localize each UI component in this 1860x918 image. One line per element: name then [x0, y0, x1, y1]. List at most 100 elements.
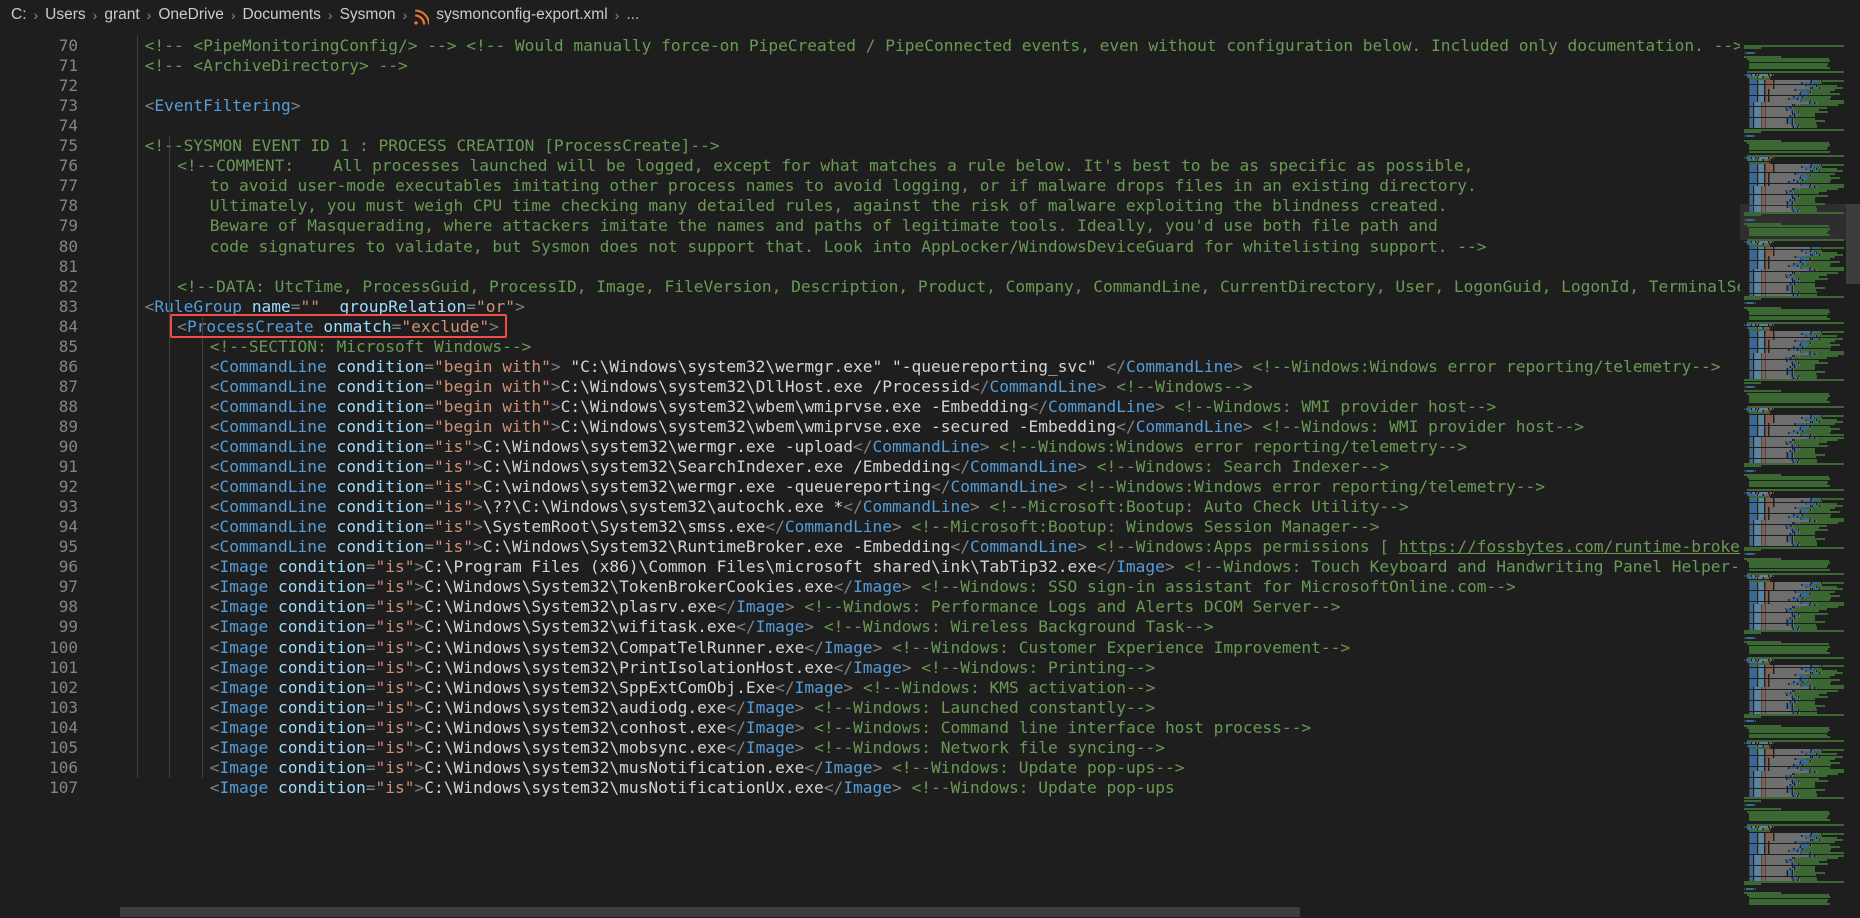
code-line[interactable]: <Image condition="is">C:\Windows\System3… — [210, 597, 1341, 617]
code-token-p: = — [466, 297, 476, 316]
code-token-c: Beware of Masquerading, where attackers … — [210, 216, 1438, 235]
code-line[interactable]: <Image condition="is">C:\Windows\system3… — [210, 718, 1311, 738]
indent-guide — [202, 317, 203, 778]
code-token-p: < — [210, 738, 220, 757]
code-editor[interactable]: 7071727374757677787980818283848586878889… — [0, 29, 1860, 918]
code-line[interactable]: <CommandLine condition="is">C:\Windows\s… — [210, 437, 1467, 457]
code-line[interactable]: <CommandLine condition="is">C:\windows\s… — [210, 477, 1545, 497]
code-line[interactable]: <CommandLine condition="is">\SystemRoot\… — [210, 517, 1380, 537]
code-line[interactable]: <CommandLine condition="is">\??\C:\Windo… — [210, 497, 1409, 517]
line-number: 90 — [0, 437, 78, 457]
code-line[interactable]: <Image condition="is">C:\Windows\system3… — [210, 778, 1175, 798]
minimap-segment — [1744, 716, 1761, 718]
line-number: 92 — [0, 477, 78, 497]
code-token-x — [814, 617, 824, 636]
minimap-segment — [1822, 164, 1844, 166]
code-token-t: RuleGroup — [154, 297, 242, 316]
code-token-s: "begin with" — [434, 377, 551, 396]
code-token-x — [804, 698, 814, 717]
code-line[interactable]: <RuleGroup name="" groupRelation="or"> — [145, 297, 525, 317]
code-token-p: < — [210, 397, 220, 416]
code-token-p: > — [414, 738, 424, 757]
line-number: 83 — [0, 297, 78, 317]
code-token-a: condition — [337, 377, 425, 396]
code-token-p: </ — [804, 758, 824, 777]
breadcrumb[interactable]: C:›Users›grant›OneDrive›Documents›Sysmon… — [0, 0, 1860, 29]
code-token-x: C:\Program Files (x86)\Common Files\micr… — [424, 557, 1096, 576]
code-token-lnk[interactable]: https://fossbytes.com/runtime-broke — [1399, 537, 1740, 556]
horizontal-scrollbar[interactable] — [0, 906, 1846, 918]
breadcrumb-item-documents[interactable]: Documents — [241, 6, 321, 24]
minimap-segment — [1749, 736, 1830, 738]
breadcrumb-item-users[interactable]: Users — [44, 6, 86, 24]
code-line[interactable]: <CommandLine condition="begin with"> "C:… — [210, 357, 1721, 377]
code-token-a: groupRelation — [340, 297, 467, 316]
minimap-segment — [1746, 302, 1755, 304]
minimap[interactable] — [1740, 29, 1846, 918]
code-line[interactable]: <!--SYSMON EVENT ID 1 : PROCESS CREATION… — [145, 136, 720, 156]
breadcrumb-separator: › — [87, 7, 104, 23]
code-line[interactable]: <CommandLine condition="begin with">C:\W… — [210, 397, 1496, 417]
minimap-segment — [1822, 331, 1844, 333]
code-line[interactable]: <CommandLine condition="begin with">C:\W… — [210, 377, 1253, 397]
minimap-segment — [1773, 324, 1774, 326]
code-line[interactable]: <ProcessCreate onmatch="exclude"> — [177, 317, 499, 337]
code-line[interactable]: <Image condition="is">C:\Windows\system3… — [210, 738, 1165, 758]
code-token-x: C:\Windows\system32\wbem\wmiprvse.exe -s… — [561, 417, 1117, 436]
breadcrumb-item-sysmon[interactable]: Sysmon — [339, 6, 397, 24]
code-token-p: > — [414, 597, 424, 616]
code-line[interactable]: <!--COMMENT: All processes launched will… — [177, 156, 1473, 176]
line-number: 96 — [0, 557, 78, 577]
code-token-x — [268, 758, 278, 777]
code-token-x — [327, 537, 337, 556]
code-token-a: condition — [278, 698, 366, 717]
code-token-p: > — [795, 738, 805, 757]
code-content-area[interactable]: <!-- <PipeMonitoringConfig/> --> <!-- Wo… — [96, 29, 1756, 918]
code-line[interactable]: <!--DATA: UtcTime, ProcessGuid, ProcessI… — [177, 277, 1746, 297]
code-line[interactable]: <CommandLine condition="is">C:\Windows\s… — [210, 457, 1389, 477]
code-line[interactable]: <CommandLine condition="begin with">C:\W… — [210, 417, 1584, 437]
code-token-p: > — [1233, 357, 1243, 376]
code-line[interactable]: <EventFiltering> — [145, 96, 301, 116]
code-line[interactable]: <Image condition="is">C:\Windows\System3… — [210, 577, 1516, 597]
horizontal-scrollbar-thumb[interactable] — [120, 907, 1300, 917]
code-token-p: = — [366, 738, 376, 757]
code-line[interactable]: <Image condition="is">C:\Windows\system3… — [210, 698, 1155, 718]
code-token-a: condition — [278, 577, 366, 596]
code-token-x — [902, 517, 912, 536]
breadcrumb-item-grant[interactable]: grant — [103, 6, 140, 24]
code-line[interactable]: Ultimately, you must weigh CPU time chec… — [210, 196, 1448, 216]
code-line[interactable]: to avoid user-mode executables imitating… — [210, 176, 1477, 196]
code-token-t: CommandLine — [220, 377, 327, 396]
code-token-p: < — [210, 457, 220, 476]
code-line[interactable]: <!-- <ArchiveDirectory> --> — [145, 56, 408, 76]
code-line[interactable]: <Image condition="is">C:\Windows\System3… — [210, 617, 1214, 637]
code-line[interactable]: <!-- <PipeMonitoringConfig/> --> <!-- Wo… — [145, 36, 1743, 56]
code-token-x — [912, 577, 922, 596]
code-token-p: = — [424, 537, 434, 556]
vertical-scrollbar[interactable] — [1846, 29, 1860, 918]
code-token-t: CommandLine — [785, 517, 892, 536]
code-line[interactable]: code signatures to validate, but Sysmon … — [210, 237, 1487, 257]
code-token-c: <!--Windows:Windows error reporting/tele… — [999, 437, 1467, 456]
code-line[interactable]: <Image condition="is">C:\Windows\system3… — [210, 638, 1350, 658]
code-line[interactable]: <CommandLine condition="is">C:\Windows\S… — [210, 537, 1740, 557]
breadcrumb-item-onedrive[interactable]: OneDrive — [157, 6, 224, 24]
code-token-a: condition — [278, 678, 366, 697]
code-token-c: <!--Windows:Windows error reporting/tele… — [1077, 477, 1545, 496]
code-token-p: < — [177, 317, 187, 336]
breadcrumb-item-[interactable]: ... — [625, 6, 640, 24]
code-token-a: condition — [278, 617, 366, 636]
code-token-p: </ — [1097, 557, 1117, 576]
breadcrumb-item-sysmonconfig-export-xml[interactable]: sysmonconfig-export.xml — [413, 6, 608, 24]
code-line[interactable]: <!--SECTION: Microsoft Windows--> — [210, 337, 532, 357]
code-line[interactable]: <Image condition="is">C:\Windows\system3… — [210, 678, 1155, 698]
minimap-segment — [1746, 720, 1755, 722]
code-line[interactable]: <Image condition="is">C:\Windows\system3… — [210, 758, 1185, 778]
code-token-c: <!--Windows: Performance Logs and Alerts… — [804, 597, 1340, 616]
code-line[interactable]: <Image condition="is">C:\Windows\system3… — [210, 658, 1155, 678]
vertical-scrollbar-thumb[interactable] — [1846, 204, 1860, 284]
code-line[interactable]: <Image condition="is">C:\Program Files (… — [210, 557, 1740, 577]
code-line[interactable]: Beware of Masquerading, where attackers … — [210, 216, 1438, 236]
breadcrumb-item-c[interactable]: C: — [10, 6, 28, 24]
